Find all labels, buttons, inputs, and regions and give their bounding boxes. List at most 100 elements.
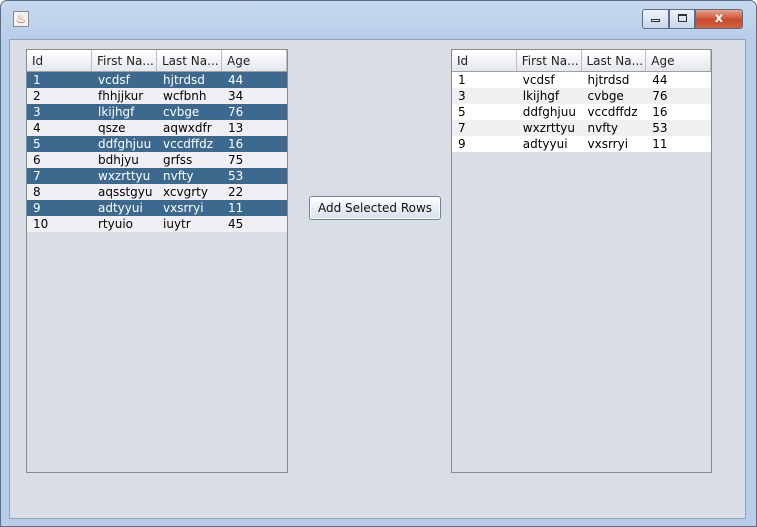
id-cell[interactable]: 5 [452,104,517,120]
source-table[interactable]: Id First Na... Last Na... Age 1 vcdsf hjtr… [26,49,288,473]
id-cell[interactable]: 4 [27,120,92,136]
age-cell[interactable]: 44 [646,72,711,88]
last-name-cell[interactable]: xcvgrty [157,184,222,200]
last-name-cell[interactable]: hjtrdsd [582,72,647,88]
last-name-cell[interactable]: aqwxdfr [157,120,222,136]
id-cell[interactable]: 2 [27,88,92,104]
age-cell[interactable]: 53 [646,120,711,136]
age-cell[interactable]: 11 [222,200,287,216]
first-name-cell[interactable]: lkijhgf [92,104,157,120]
last-name-cell[interactable]: nvfty [157,168,222,184]
source-table-header: Id First Na... Last Na... Age [27,50,287,72]
column-header-id[interactable]: Id [27,50,92,71]
first-name-cell[interactable]: qsze [92,120,157,136]
last-name-cell[interactable]: wcfbnh [157,88,222,104]
last-name-cell[interactable]: nvfty [582,120,647,136]
table-row[interactable]: 4 qsze aqwxdfr 13 [27,120,287,136]
java-icon[interactable]: ♨ [13,11,29,27]
maximize-icon [677,14,687,22]
minimize-button[interactable] [642,9,669,29]
first-name-cell[interactable]: vcdsf [517,72,582,88]
last-name-cell[interactable]: cvbge [582,88,647,104]
maximize-button[interactable] [669,9,695,29]
content-panel: Id First Na... Last Na... Age 1 vcdsf hjtr… [9,39,746,519]
first-name-cell[interactable]: adtyyui [517,136,582,152]
id-cell[interactable]: 8 [27,184,92,200]
age-cell[interactable]: 34 [222,88,287,104]
table-row[interactable]: 5 ddfghjuu vccdffdz 16 [27,136,287,152]
id-cell[interactable]: 6 [27,152,92,168]
destination-table[interactable]: Id First Na... Last Na... Age 1 vcdsf hjtr… [451,49,712,473]
last-name-cell[interactable]: grfss [157,152,222,168]
last-name-cell[interactable]: vccdffdz [582,104,647,120]
minimize-icon [651,19,660,22]
first-name-cell[interactable]: rtyuio [92,216,157,232]
column-header-last-name[interactable]: Last Na... [157,50,222,71]
table-row[interactable]: 10 rtyuio iuytr 45 [27,216,287,232]
column-header-first-name[interactable]: First Na... [517,50,582,71]
age-cell[interactable]: 53 [222,168,287,184]
destination-table-body: 1 vcdsf hjtrdsd 44 3 lkijhgf cvbge 76 5 ddfghjuu v… [452,72,711,152]
close-button[interactable]: x [695,9,743,29]
id-cell[interactable]: 7 [452,120,517,136]
column-header-first-name[interactable]: First Na... [92,50,157,71]
id-cell[interactable]: 3 [452,88,517,104]
table-row[interactable]: 3 lkijhgf cvbge 76 [452,88,711,104]
age-cell[interactable]: 76 [646,88,711,104]
table-row[interactable]: 8 aqsstgyu xcvgrty 22 [27,184,287,200]
first-name-cell[interactable]: vcdsf [92,72,157,88]
last-name-cell[interactable]: cvbge [157,104,222,120]
table-row[interactable]: 7 wxzrttyu nvfty 53 [27,168,287,184]
first-name-cell[interactable]: wxzrttyu [92,168,157,184]
close-icon: x [714,11,724,26]
age-cell[interactable]: 75 [222,152,287,168]
first-name-cell[interactable]: wxzrttyu [517,120,582,136]
id-cell[interactable]: 9 [452,136,517,152]
age-cell[interactable]: 16 [646,104,711,120]
age-cell[interactable]: 44 [222,72,287,88]
id-cell[interactable]: 1 [452,72,517,88]
table-row[interactable]: 3 lkijhgf cvbge 76 [27,104,287,120]
table-row[interactable]: 9 adtyyui vxsrryi 11 [27,200,287,216]
id-cell[interactable]: 5 [27,136,92,152]
first-name-cell[interactable]: lkijhgf [517,88,582,104]
column-header-age[interactable]: Age [222,50,287,71]
last-name-cell[interactable]: vxsrryi [157,200,222,216]
first-name-cell[interactable]: aqsstgyu [92,184,157,200]
last-name-cell[interactable]: vccdffdz [157,136,222,152]
age-cell[interactable]: 13 [222,120,287,136]
age-cell[interactable]: 22 [222,184,287,200]
id-cell[interactable]: 1 [27,72,92,88]
first-name-cell[interactable]: bdhjyu [92,152,157,168]
column-header-last-name[interactable]: Last Na... [582,50,647,71]
table-row[interactable]: 9 adtyyui vxsrryi 11 [452,136,711,152]
age-cell[interactable]: 16 [222,136,287,152]
table-row[interactable]: 5 ddfghjuu vccdffdz 16 [452,104,711,120]
first-name-cell[interactable]: ddfghjuu [517,104,582,120]
last-name-cell[interactable]: hjtrdsd [157,72,222,88]
column-header-age[interactable]: Age [646,50,711,71]
id-cell[interactable]: 3 [27,104,92,120]
table-row[interactable]: 1 vcdsf hjtrdsd 44 [27,72,287,88]
table-row[interactable]: 2 fhhjjkur wcfbnh 34 [27,88,287,104]
destination-table-header: Id First Na... Last Na... Age [452,50,711,72]
column-header-id[interactable]: Id [452,50,517,71]
first-name-cell[interactable]: ddfghjuu [92,136,157,152]
first-name-cell[interactable]: fhhjjkur [92,88,157,104]
id-cell[interactable]: 9 [27,200,92,216]
age-cell[interactable]: 11 [646,136,711,152]
add-selected-rows-button[interactable]: Add Selected Rows [309,196,441,220]
app-window: ♨ x Id First Na... Last Na... Age 1 vcdsf… [0,0,757,527]
table-row[interactable]: 1 vcdsf hjtrdsd 44 [452,72,711,88]
age-cell[interactable]: 45 [222,216,287,232]
source-table-body: 1 vcdsf hjtrdsd 44 2 fhhjjkur wcfbnh 34 3 lkijhgf… [27,72,287,232]
last-name-cell[interactable]: vxsrryi [582,136,647,152]
table-row[interactable]: 6 bdhjyu grfss 75 [27,152,287,168]
first-name-cell[interactable]: adtyyui [92,200,157,216]
id-cell[interactable]: 7 [27,168,92,184]
id-cell[interactable]: 10 [27,216,92,232]
age-cell[interactable]: 76 [222,104,287,120]
last-name-cell[interactable]: iuytr [157,216,222,232]
title-bar[interactable]: ♨ x [1,1,756,39]
table-row[interactable]: 7 wxzrttyu nvfty 53 [452,120,711,136]
